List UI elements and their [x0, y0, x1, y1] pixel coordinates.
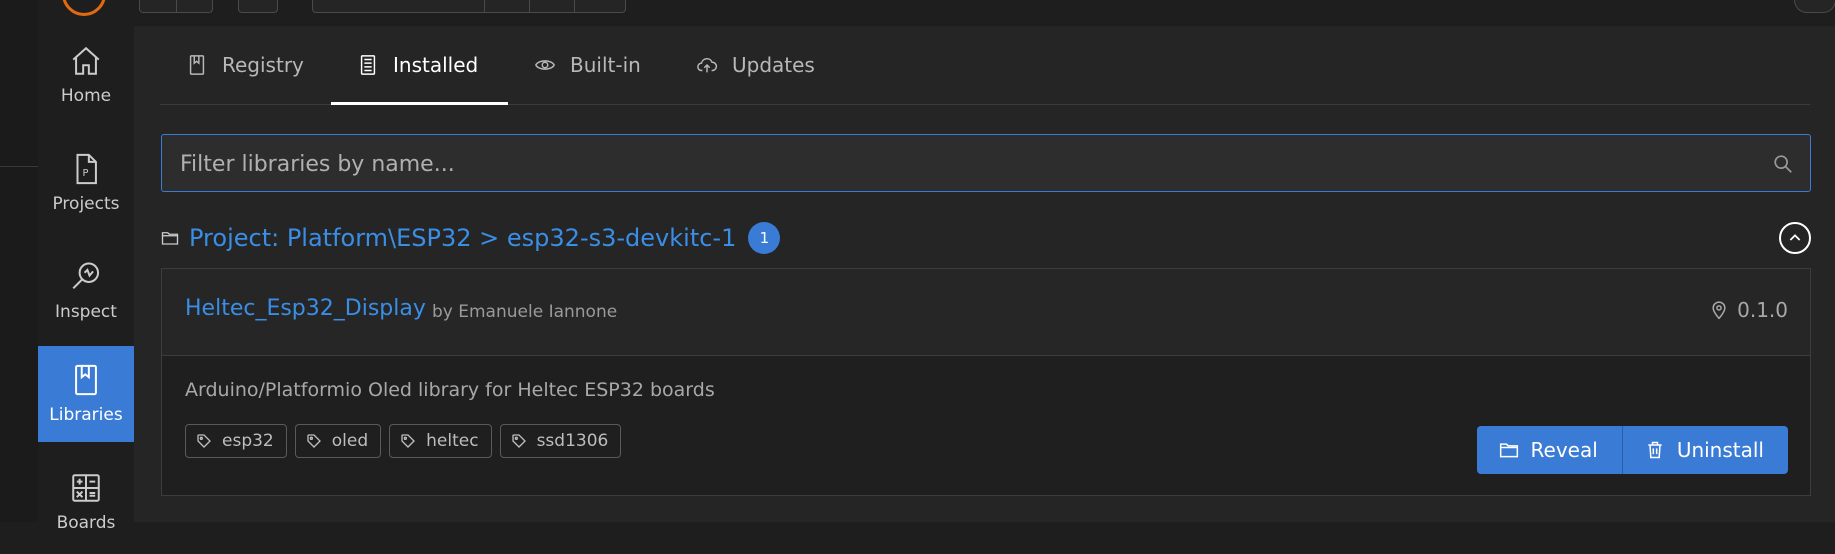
tab-label: Registry — [222, 53, 304, 77]
eye-icon — [535, 60, 555, 70]
inspect-icon — [69, 243, 103, 294]
tag-label: esp32 — [222, 431, 274, 451]
nav-projects[interactable]: P Projects — [38, 135, 134, 231]
chevron-up-icon — [1789, 234, 1801, 241]
tab-updates[interactable]: Updates — [696, 26, 815, 104]
tag-icon — [511, 434, 526, 448]
tag-chip[interactable]: heltec — [389, 424, 492, 458]
nav-label: Libraries — [49, 405, 123, 425]
library-card-header: Heltec_Esp32_Display by Emanuele Iannone… — [162, 269, 1810, 356]
cloud-upload-icon — [697, 57, 718, 73]
version-text: 0.1.0 — [1737, 298, 1788, 322]
project-group-title[interactable]: Project: Platform\ESP32 > esp32-s3-devki… — [189, 224, 736, 252]
nav-label: Inspect — [55, 302, 117, 322]
tag-chip[interactable]: oled — [294, 424, 382, 458]
toolbar-separator — [529, 0, 530, 12]
toolbar-separator — [176, 0, 177, 12]
svg-text:P: P — [82, 168, 88, 179]
uninstall-button[interactable]: Uninstall — [1621, 426, 1788, 474]
library-tabs: Registry Installed Built-in Updates — [160, 26, 1810, 105]
folder-icon — [1499, 443, 1518, 458]
tag-icon — [401, 434, 416, 448]
tag-label: oled — [331, 431, 369, 451]
library-card: Heltec_Esp32_Display by Emanuele Iannone… — [161, 268, 1811, 496]
folder-icon — [161, 229, 179, 247]
nav-home[interactable]: Home — [38, 27, 134, 123]
tab-label: Updates — [732, 53, 815, 77]
library-name-link[interactable]: Heltec_Esp32_Display — [185, 296, 426, 321]
count-badge: 1 — [748, 222, 781, 254]
tag-icon — [307, 434, 321, 448]
library-author: by Emanuele Iannone — [432, 302, 618, 322]
collapse-button[interactable] — [1779, 222, 1811, 254]
uninstall-label: Uninstall — [1676, 438, 1764, 462]
trash-icon — [1648, 441, 1662, 459]
libraries-panel: Registry Installed Built-in Updates Proj… — [134, 26, 1835, 522]
nav-inspect[interactable]: Inspect — [38, 243, 134, 339]
toolbar-right-button[interactable] — [1794, 0, 1835, 13]
tag-icon — [197, 434, 211, 448]
tab-built-in[interactable]: Built-in — [534, 26, 641, 104]
left-edge-panel — [0, 0, 38, 522]
tag-chip[interactable]: esp32 — [185, 424, 287, 458]
reveal-label: Reveal — [1530, 438, 1598, 462]
nav-boards[interactable]: Boards — [38, 458, 134, 554]
tab-label: Built-in — [570, 53, 641, 77]
location-pin-icon — [1712, 301, 1726, 320]
nav-label: Boards — [56, 513, 116, 533]
edge-divider — [0, 166, 38, 167]
bookmark-icon — [189, 55, 205, 75]
reveal-button[interactable]: Reveal — [1476, 426, 1622, 474]
tag-list: esp32 oled heltec ssd1306 — [185, 424, 629, 458]
book-icon — [69, 346, 103, 397]
nav-label: Projects — [52, 194, 120, 214]
tag-label: heltec — [426, 431, 479, 451]
library-version: 0.1.0 — [1709, 298, 1788, 322]
toolbar-address-group[interactable] — [312, 0, 626, 13]
archive-icon — [360, 55, 376, 75]
toolbar-separator — [574, 0, 575, 12]
tab-installed[interactable]: Installed — [331, 26, 509, 105]
project-file-icon: P — [69, 135, 103, 186]
nav-libraries[interactable]: Libraries — [38, 346, 134, 442]
home-icon — [69, 27, 103, 78]
nav-label: Home — [60, 86, 112, 106]
toolbar-separator — [484, 0, 485, 12]
calculator-icon — [69, 458, 103, 505]
search-icon[interactable] — [1772, 153, 1794, 175]
toolbar-home-button[interactable] — [238, 0, 278, 13]
tag-label: ssd1306 — [536, 431, 609, 451]
library-description: Arduino/Platformio Oled library for Helt… — [185, 379, 715, 401]
top-toolbar — [134, 0, 1835, 26]
library-filter — [161, 134, 1811, 193]
tab-registry[interactable]: Registry — [186, 26, 304, 104]
project-group-header: Project: Platform\ESP32 > esp32-s3-devki… — [161, 216, 1811, 260]
search-input[interactable] — [178, 135, 1742, 193]
library-actions: Reveal Uninstall — [1476, 426, 1788, 474]
tab-label[interactable]: Installed — [393, 53, 478, 77]
tag-chip[interactable]: ssd1306 — [499, 424, 622, 458]
